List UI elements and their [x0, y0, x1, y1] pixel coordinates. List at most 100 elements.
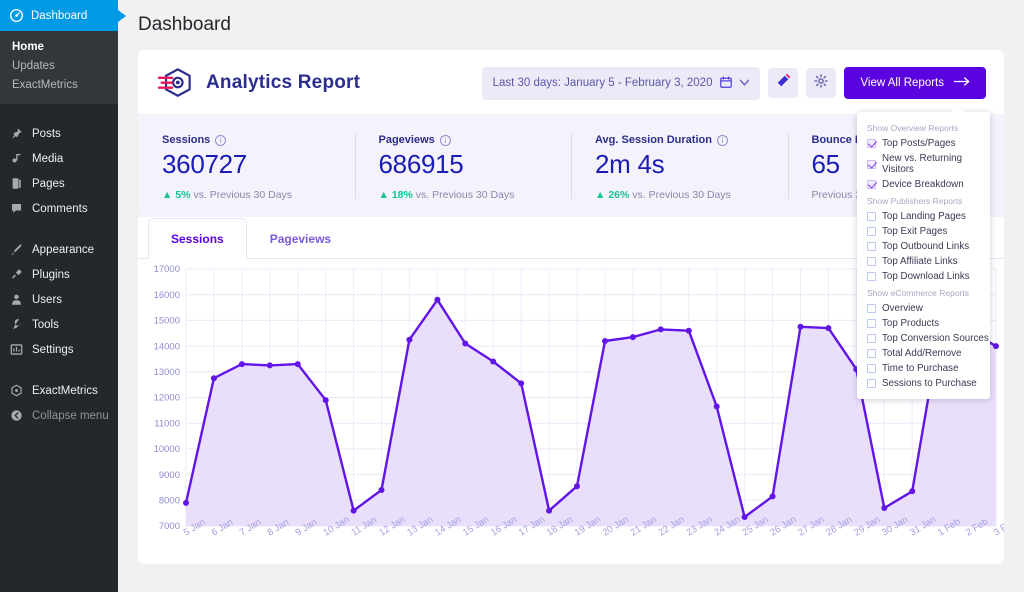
report-settings-button[interactable] [806, 68, 837, 98]
sidebar-item-dashboard[interactable]: Dashboard [0, 0, 126, 31]
tab-pageviews[interactable]: Pageviews [247, 218, 354, 259]
sidebar-subitem-updates[interactable]: Updates [12, 56, 118, 75]
info-icon[interactable]: i [215, 134, 227, 146]
dropdown-option[interactable]: New vs. Returning Visitors [857, 151, 990, 177]
sidebar-item-label: Media [32, 152, 64, 165]
checkbox-icon[interactable] [867, 334, 876, 343]
checkbox-checked-icon[interactable] [867, 159, 876, 169]
chart-data-point[interactable] [266, 362, 273, 369]
dropdown-option[interactable]: Top Affiliate Links [857, 254, 990, 269]
sidebar-item-exactmetrics[interactable]: ExactMetrics [0, 378, 118, 403]
chart-data-point[interactable] [490, 358, 497, 365]
pages-icon [9, 176, 24, 191]
sidebar-item-settings[interactable]: Settings [0, 337, 118, 362]
y-axis-tick-label: 10000 [154, 444, 180, 455]
checkbox-icon[interactable] [867, 319, 876, 328]
dropdown-option[interactable]: Top Outbound Links [857, 239, 990, 254]
dropdown-option[interactable]: Device Breakdown [857, 177, 990, 192]
dropdown-option[interactable]: Total Add/Remove [857, 346, 990, 361]
checkbox-icon[interactable] [867, 379, 876, 388]
sidebar-item-plugins[interactable]: Plugins [0, 262, 118, 287]
chart-data-point[interactable] [769, 493, 776, 500]
chart-data-point[interactable] [210, 375, 217, 382]
dropdown-option[interactable]: Top Conversion Sources [857, 331, 990, 346]
sidebar-item-collapse-menu[interactable]: Collapse menu [0, 403, 118, 428]
expand-button[interactable] [768, 68, 799, 98]
chart-data-point[interactable] [322, 397, 329, 404]
checkbox-icon[interactable] [867, 364, 876, 373]
sidebar-group-plugin: ExactMetrics Collapse menu [0, 370, 118, 436]
chart-data-point[interactable] [518, 380, 525, 387]
chart-data-point[interactable] [881, 505, 888, 511]
sidebar-item-pages[interactable]: Pages [0, 171, 118, 196]
stat-value: 2m 4s [595, 149, 665, 179]
dropdown-option-label: Time to Purchase [882, 363, 959, 374]
chart-data-point[interactable] [406, 336, 413, 343]
chart-data-point[interactable] [797, 323, 804, 330]
chart-data-point[interactable] [350, 507, 357, 514]
tab-sessions[interactable]: Sessions [148, 218, 247, 259]
stat-change: 18% [391, 189, 413, 201]
sidebar-subitem-home[interactable]: Home [12, 37, 118, 56]
checkbox-icon[interactable] [867, 242, 876, 251]
dropdown-option[interactable]: Time to Purchase [857, 361, 990, 376]
dropdown-option[interactable]: Top Download Links [857, 269, 990, 284]
dropdown-option[interactable]: Top Landing Pages [857, 209, 990, 224]
sidebar-item-label: Plugins [32, 268, 70, 281]
checkbox-icon[interactable] [867, 304, 876, 313]
chart-data-point[interactable] [629, 334, 636, 341]
chart-data-point[interactable] [825, 325, 832, 332]
dropdown-option[interactable]: Top Posts/Pages [857, 136, 990, 151]
chart-data-point[interactable] [574, 483, 580, 490]
checkbox-icon[interactable] [867, 272, 876, 281]
sidebar-item-appearance[interactable]: Appearance [0, 237, 118, 262]
view-all-reports-button[interactable]: View All Reports [844, 67, 986, 99]
settings-icon [9, 342, 24, 357]
sidebar-item-comments[interactable]: Comments [0, 196, 118, 221]
checkbox-icon[interactable] [867, 212, 876, 221]
chart-data-point[interactable] [909, 488, 916, 495]
chart-data-point[interactable] [294, 361, 301, 368]
chart-data-point[interactable] [183, 499, 189, 506]
stat-label: Avg. Session Duration [595, 134, 712, 146]
chart-data-point[interactable] [741, 514, 748, 520]
chart-data-point[interactable] [657, 326, 664, 333]
chart-data-point[interactable] [685, 327, 692, 334]
dropdown-option[interactable]: Top Exit Pages [857, 224, 990, 239]
chart-data-point[interactable] [434, 296, 441, 303]
chart-data-point[interactable] [602, 338, 608, 344]
wrench-icon [9, 317, 24, 332]
sidebar-subitem-exactmetrics[interactable]: ExactMetrics [12, 75, 118, 94]
stat-compare-text: vs. Previous 30 Days [632, 189, 731, 201]
sidebar-item-media[interactable]: Media [0, 146, 118, 171]
dropdown-option[interactable]: Sessions to Purchase [857, 376, 990, 391]
chart-data-point[interactable] [462, 340, 469, 347]
view-all-reports-label: View All Reports [860, 77, 944, 89]
chart-data-point[interactable] [238, 361, 245, 368]
sidebar-item-posts[interactable]: Posts [0, 121, 118, 146]
stat-value: 686915 [378, 149, 464, 179]
sidebar-item-label: Dashboard [31, 9, 88, 22]
info-icon[interactable]: i [439, 134, 451, 146]
checkbox-icon[interactable] [867, 349, 876, 358]
checkbox-checked-icon[interactable] [867, 139, 876, 148]
sidebar-item-tools[interactable]: Tools [0, 312, 118, 337]
chart-data-point[interactable] [546, 507, 553, 514]
report-title: Analytics Report [206, 72, 361, 93]
chart-data-point[interactable] [378, 487, 385, 493]
dropdown-option[interactable]: Overview [857, 301, 990, 316]
checkbox-icon[interactable] [867, 257, 876, 266]
date-range-picker[interactable]: Last 30 days: January 5 - February 3, 20… [481, 66, 761, 100]
pin-icon [9, 126, 24, 141]
dashboard-submenu: Home Updates ExactMetrics [0, 31, 118, 104]
checkbox-checked-icon[interactable] [867, 180, 876, 189]
stat-label-row: Avg. Session Duration i [595, 134, 768, 146]
info-icon[interactable]: i [716, 134, 728, 146]
chart-data-point[interactable] [713, 403, 720, 410]
y-axis-tick-label: 8000 [159, 496, 180, 507]
sidebar-item-users[interactable]: Users [0, 287, 118, 312]
checkbox-icon[interactable] [867, 227, 876, 236]
dropdown-option[interactable]: Top Products [857, 316, 990, 331]
stat-card-sessions: Sessions i 360727 ▲ 5% vs. Previous 30 D… [138, 128, 355, 205]
chart-data-point[interactable] [993, 343, 999, 350]
